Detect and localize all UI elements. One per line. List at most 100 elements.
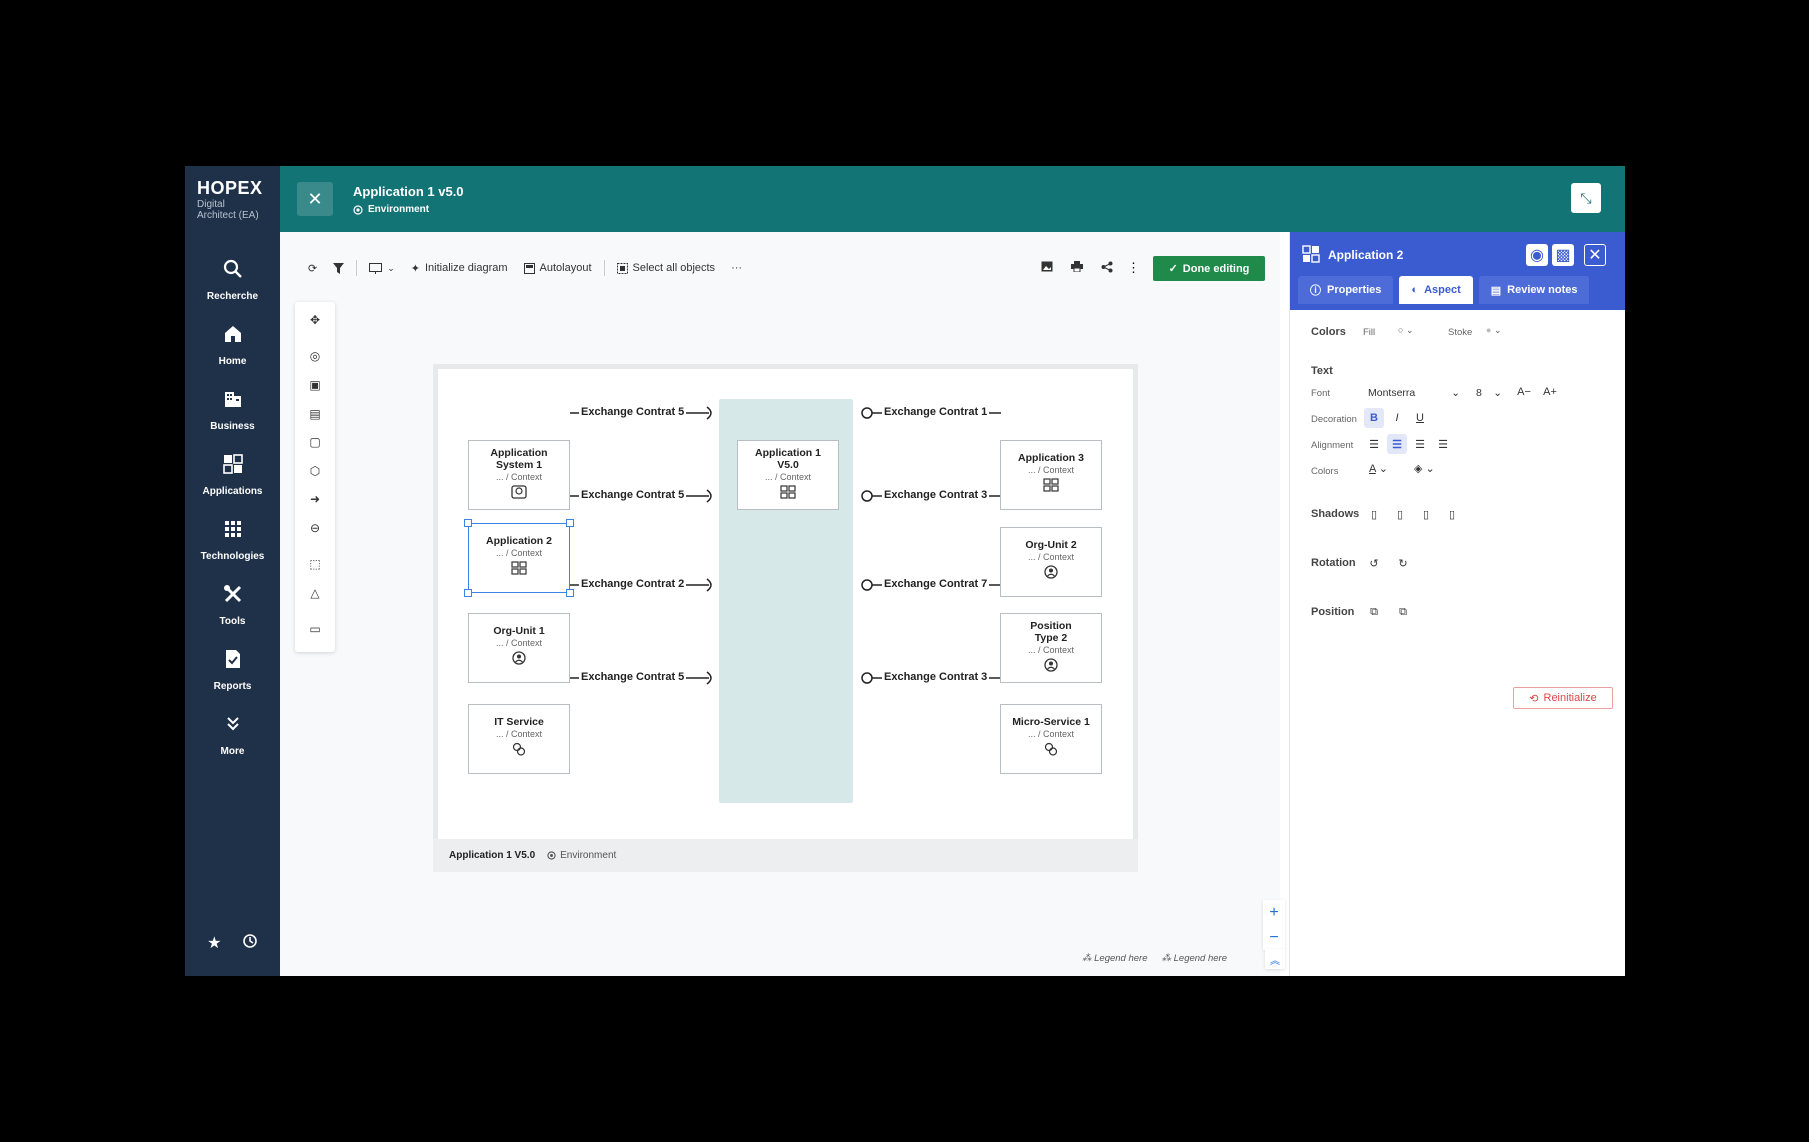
font-value: Montserra (1368, 387, 1416, 399)
connector-label-right-1[interactable]: Exchange Contrat 1 (882, 406, 990, 418)
panel-close-button[interactable]: ✕ (1584, 244, 1606, 266)
node-it-service[interactable]: IT Service ... / Context (468, 704, 570, 774)
resize-handle-sw[interactable] (464, 589, 472, 597)
node-application-2[interactable]: Application 2 ... / Context (468, 523, 570, 593)
comment-tool[interactable]: ▭ (295, 617, 335, 641)
nav-tools[interactable]: Tools (185, 583, 280, 629)
node-application-1-v5[interactable]: Application 1 V5.0 ... / Context (737, 440, 839, 510)
nav-more[interactable]: More (185, 713, 280, 759)
resize-handle-ne[interactable] (566, 519, 574, 527)
diagram-footer-title: Application 1 V5.0 (449, 850, 536, 861)
connector-label-left-4[interactable]: Exchange Contrat 5 (579, 671, 687, 683)
tab-review-notes[interactable]: ▤ Review notes (1478, 276, 1590, 304)
shadow-right-button[interactable]: ▯ (1416, 504, 1436, 524)
history-icon[interactable] (242, 933, 258, 954)
frame-tool[interactable]: ⬚ (295, 552, 335, 576)
fill-color-dropdown[interactable]: ○ ⌄ (1398, 325, 1414, 336)
star-icon[interactable]: ★ (207, 933, 221, 954)
connector-label-right-3[interactable]: Exchange Contrat 7 (882, 578, 990, 590)
left-navigation: HOPEX Digital Architect (EA) Recherche H… (185, 166, 280, 976)
underline-button[interactable]: U (1410, 408, 1430, 428)
rotate-right-button[interactable]: ↻ (1393, 553, 1413, 573)
node-micro-service-1[interactable]: Micro-Service 1 ... / Context (1000, 704, 1102, 774)
connector-label-right-2[interactable]: Exchange Contrat 3 (882, 489, 990, 501)
reinitialize-button[interactable]: ⟲ Reinitialize (1513, 687, 1613, 709)
bold-button[interactable]: B (1364, 408, 1384, 428)
nav-applications[interactable]: Applications (185, 453, 280, 499)
database-tool[interactable]: ▢ (295, 430, 335, 454)
align-right-button[interactable]: ☰ (1410, 434, 1430, 454)
initialize-diagram-button[interactable]: ✦ Initialize diagram (403, 262, 516, 275)
decrease-font-button[interactable]: A− (1514, 382, 1534, 402)
text-color-icon: A (1369, 463, 1376, 475)
connector-label-right-4[interactable]: Exchange Contrat 3 (882, 671, 990, 683)
text-color-dropdown[interactable]: A ⌄ (1369, 462, 1388, 475)
nav-reports[interactable]: Reports (185, 648, 280, 694)
resize-handle-se[interactable] (566, 589, 574, 597)
zoom-in-button[interactable]: + (1269, 904, 1278, 922)
tab-properties[interactable]: ⓘ Properties (1298, 276, 1394, 304)
application-tool[interactable]: ▣ (295, 373, 335, 397)
stroke-color-dropdown[interactable]: ● ⌄ (1486, 325, 1502, 336)
filter-button[interactable] (325, 262, 352, 274)
font-dropdown[interactable]: Montserra ⌄ (1368, 387, 1460, 399)
resize-handle-nw[interactable] (464, 519, 472, 527)
print-button[interactable] (1063, 261, 1091, 272)
arrow-tool[interactable]: ➜ (295, 487, 335, 511)
link-tool[interactable]: ⊖ (295, 516, 335, 540)
palette-icon: ◐ (1411, 284, 1419, 296)
page-subtitle: Environment (353, 204, 429, 215)
display-dropdown[interactable]: ⌄ (361, 262, 403, 274)
close-button[interactable]: ✕ (297, 182, 333, 216)
italic-button[interactable]: I (1387, 408, 1407, 428)
lock-button[interactable]: ▩ (1552, 244, 1574, 266)
increase-font-button[interactable]: A+ (1540, 382, 1560, 402)
connector-label-left-2[interactable]: Exchange Contrat 5 (579, 489, 687, 501)
view-button[interactable]: ◉ (1526, 244, 1548, 266)
actor-tool[interactable]: ◎ (295, 344, 335, 368)
legend-item-2[interactable]: ⁂ Legend here (1162, 953, 1228, 964)
image-button[interactable] (1033, 261, 1061, 272)
image-icon (1041, 261, 1053, 272)
nav-business[interactable]: Business (185, 388, 280, 434)
done-editing-button[interactable]: ✓ Done editing (1153, 256, 1265, 281)
zoom-out-button[interactable]: − (1269, 929, 1278, 947)
autolayout-button[interactable]: Autolayout (516, 262, 600, 274)
shadow-bottom-button[interactable]: ▯ (1442, 504, 1462, 524)
send-back-button[interactable]: ⧉ (1393, 602, 1413, 622)
node-org-unit-1[interactable]: Org-Unit 1 ... / Context (468, 613, 570, 683)
align-justify-button[interactable]: ☰ (1433, 434, 1453, 454)
service-tool[interactable]: ⬡ (295, 459, 335, 483)
connector-label-left-3[interactable]: Exchange Contrat 2 (579, 578, 687, 590)
share-button[interactable] (1093, 261, 1121, 273)
brand-sub-2: Architect (EA) (197, 210, 259, 221)
node-application-system-1[interactable]: Application System 1 ... / Context (468, 440, 570, 510)
rotate-left-button[interactable]: ↺ (1364, 553, 1384, 573)
nav-search[interactable]: Recherche (185, 258, 280, 304)
more-options-button[interactable]: ··· (723, 262, 750, 274)
expand-legend-button[interactable]: ︽ (1265, 949, 1285, 969)
refresh-button[interactable]: ⟳ (300, 262, 325, 275)
node-position-type-2[interactable]: Position Type 2 ... / Context (1000, 613, 1102, 683)
shadow-left-button[interactable]: ▯ (1364, 504, 1384, 524)
highlight-color-dropdown[interactable]: ◈ ⌄ (1414, 462, 1435, 475)
system-tool[interactable]: ▤ (295, 402, 335, 426)
kebab-menu-button[interactable]: ⋮ (1119, 260, 1148, 276)
font-size-dropdown[interactable]: 8 ⌄ (1476, 387, 1502, 399)
legend-item-1[interactable]: ⁂ Legend here (1082, 953, 1148, 964)
shadow-top-button[interactable]: ▯ (1390, 504, 1410, 524)
bring-front-button[interactable]: ⧉ (1364, 602, 1384, 622)
node-org-unit-2[interactable]: Org-Unit 2 ... / Context (1000, 527, 1102, 597)
shapes-tool[interactable]: △ (295, 581, 335, 605)
cursor-tool[interactable]: ✥ (295, 308, 335, 332)
nav-more-label: More (220, 746, 245, 757)
node-application-3[interactable]: Application 3 ... / Context (1000, 440, 1102, 510)
align-left-button[interactable]: ☰ (1364, 434, 1384, 454)
connector-label-left-1[interactable]: Exchange Contrat 5 (579, 406, 687, 418)
tab-aspect[interactable]: ◐ Aspect (1399, 276, 1473, 304)
nav-technologies[interactable]: Technologies (185, 518, 280, 564)
select-all-button[interactable]: Select all objects (609, 262, 724, 274)
nav-home[interactable]: Home (185, 323, 280, 369)
collapse-button[interactable]: ⤡ (1571, 183, 1601, 213)
align-center-button[interactable]: ☰ (1387, 434, 1407, 454)
